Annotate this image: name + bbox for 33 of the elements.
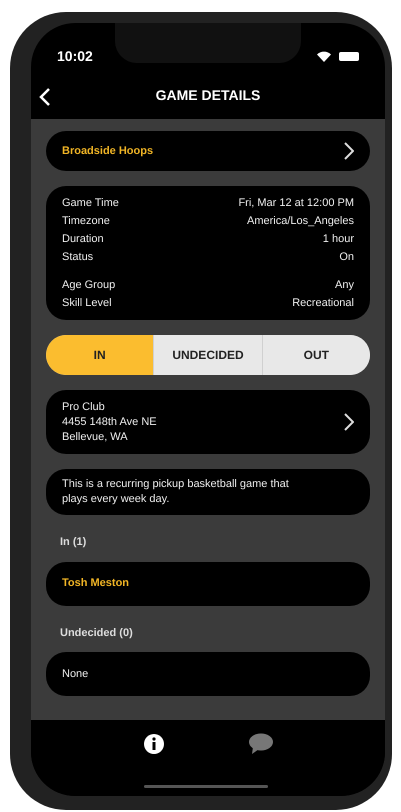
detail-label: Status [62,250,94,265]
group-link[interactable]: Broadside Hoops [46,131,370,171]
detail-value: 1 hour [322,232,354,247]
detail-label: Game Time [62,196,119,211]
info-tab-icon[interactable] [143,732,165,756]
screen-title: GAME DETAILS [156,86,260,104]
section-heading: In (1) [59,535,88,550]
player-name: Tosh Meston [62,576,130,592]
detail-value: Fri, Mar 12 at 12:00 PM [238,196,354,211]
detail-value: America/Los_Angeles [246,214,354,229]
group-name: Broadside Hoops [62,144,154,159]
status-time: 10:02 [57,46,93,66]
battery-icon [339,52,359,60]
detail-value: Recreational [292,296,354,311]
detail-value: Any [335,278,354,293]
detail-label: Timezone [62,214,110,229]
description-text: This is a recurring pickup basketball game that plays every week day. [62,477,290,507]
address-line: Pro Club [62,400,106,414]
address-line: 4455 148th Ave NE [62,414,157,430]
section-heading: Undecided (0) [59,626,134,640]
rsvp-tab[interactable]: OUT [262,335,370,375]
detail-label: Age Group [62,278,116,293]
location-card[interactable]: Pro Club 4455 148th Ave NE Bellevue, WA [46,390,370,454]
rsvp-tab[interactable]: IN [46,335,154,375]
chevron-right-icon [344,413,354,431]
chevron-right-icon [344,142,354,160]
detail-label: Skill Level [62,296,112,311]
detail-value: On [339,250,354,265]
chat-tab-icon[interactable] [249,732,273,756]
empty-label: None [62,666,88,682]
detail-label: Duration [62,232,104,247]
address-line: Bellevue, WA [62,430,129,444]
wifi-icon [317,50,331,62]
